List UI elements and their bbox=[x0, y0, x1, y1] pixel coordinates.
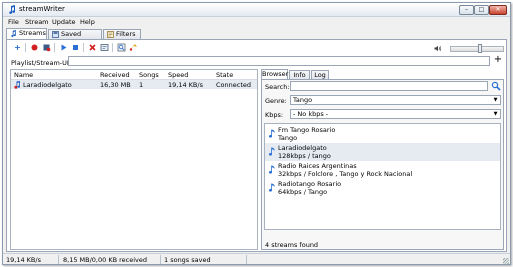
station-name: Laradiodelgato bbox=[278, 144, 327, 152]
filter-icon bbox=[107, 31, 114, 38]
toolbar: + bbox=[10, 42, 490, 53]
station-name: Radiotango Rosario bbox=[278, 180, 342, 188]
kbps-select[interactable]: - No kbps - ▼ bbox=[290, 109, 501, 119]
speaker-icon bbox=[434, 45, 442, 52]
tab-streams-label: Streams bbox=[19, 29, 46, 37]
tab-filters-label: Filters bbox=[116, 30, 136, 38]
recording-stream-icon bbox=[14, 81, 21, 89]
station-detail: 64kbps / Tango bbox=[278, 188, 328, 196]
station-detail: Tango bbox=[278, 134, 298, 142]
stream-state: Connected bbox=[216, 81, 252, 89]
streams-list-header: Name Received Songs Speed State bbox=[11, 70, 257, 80]
music-note-icon bbox=[269, 129, 275, 138]
chevron-down-icon: ▼ bbox=[493, 97, 498, 103]
toolbar-separator bbox=[112, 43, 113, 52]
browser-panel: Browser Info Log Search: Genre: Tango ▼ … bbox=[261, 69, 504, 250]
settings-icon[interactable] bbox=[100, 43, 109, 52]
music-note-icon bbox=[269, 147, 275, 156]
status-saved: 1 songs saved bbox=[164, 256, 211, 264]
volume-slider-thumb[interactable] bbox=[478, 44, 482, 53]
status-separator bbox=[58, 255, 59, 264]
stream-name: Laradiodelgato bbox=[23, 81, 72, 89]
music-note-icon bbox=[269, 165, 275, 174]
station-list[interactable]: Fm Tango Rosario Tango Laradiodelgato 12… bbox=[264, 123, 501, 230]
list-item[interactable]: Radio Raices Argentinas 32kbps / Folclor… bbox=[265, 161, 500, 179]
title-bar[interactable]: streamWriter – □ ✕ bbox=[3, 3, 510, 17]
stream-url-input[interactable] bbox=[68, 56, 490, 66]
column-header-received[interactable]: Received bbox=[100, 71, 130, 79]
table-row[interactable]: Laradiodelgato 16,30 MB 1 19,14 KB/s Con… bbox=[11, 80, 257, 89]
chevron-down-icon: ▼ bbox=[493, 111, 498, 117]
tab-log[interactable]: Log bbox=[311, 70, 329, 79]
search-icon[interactable] bbox=[491, 81, 501, 91]
stream-received: 16,30 MB bbox=[100, 81, 131, 89]
volume-slider[interactable] bbox=[450, 46, 504, 52]
streams-list[interactable]: Name Received Songs Speed State Laradiod… bbox=[10, 69, 258, 250]
menu-stream[interactable]: Stream bbox=[25, 18, 49, 26]
music-note-icon bbox=[9, 5, 16, 14]
stop-icon[interactable] bbox=[71, 43, 80, 52]
stop-record-icon[interactable] bbox=[42, 43, 51, 52]
stream-speed: 19,14 KB/s bbox=[168, 81, 203, 89]
saved-songs-icon bbox=[52, 31, 59, 38]
music-note-icon bbox=[11, 30, 16, 37]
close-button[interactable]: ✕ bbox=[489, 5, 507, 15]
streams-found-count: 4 streams found bbox=[265, 241, 319, 249]
column-header-name[interactable]: Name bbox=[14, 71, 33, 79]
genre-select[interactable]: Tango ▼ bbox=[290, 95, 501, 105]
add-url-button[interactable]: + bbox=[493, 55, 503, 65]
play-icon[interactable] bbox=[59, 43, 68, 52]
stream-songs: 1 bbox=[139, 81, 144, 89]
minimize-button[interactable]: – bbox=[459, 5, 474, 15]
column-header-speed[interactable]: Speed bbox=[168, 71, 188, 79]
main-tabs: Streams Saved songs Filters bbox=[6, 28, 510, 47]
station-name: Fm Tango Rosario bbox=[278, 126, 336, 134]
search-input[interactable] bbox=[290, 81, 488, 91]
status-separator bbox=[246, 255, 247, 264]
kbps-label: Kbps: bbox=[265, 111, 284, 119]
menu-bar: File Stream Update Help bbox=[3, 17, 510, 26]
list-item[interactable]: Laradiodelgato 128kbps / tango bbox=[265, 143, 500, 161]
toolbar-separator bbox=[83, 43, 84, 52]
tab-info[interactable]: Info bbox=[289, 70, 310, 79]
menu-update[interactable]: Update bbox=[52, 18, 76, 26]
properties-icon[interactable] bbox=[117, 43, 126, 52]
window-title: streamWriter bbox=[19, 5, 65, 13]
list-item[interactable]: Fm Tango Rosario Tango bbox=[265, 125, 500, 143]
tab-filters[interactable]: Filters bbox=[103, 29, 141, 39]
genre-value: Tango bbox=[293, 96, 313, 104]
genre-label: Genre: bbox=[265, 97, 287, 105]
station-name: Radio Raices Argentinas bbox=[278, 162, 357, 170]
browser-body: Search: Genre: Tango ▼ Kbps: - No kbps -… bbox=[261, 79, 504, 250]
menu-file[interactable]: File bbox=[8, 18, 19, 26]
music-note-icon bbox=[269, 183, 275, 192]
app-window: streamWriter – □ ✕ File Stream Update He… bbox=[2, 2, 511, 265]
resize-grip[interactable] bbox=[503, 258, 509, 264]
station-detail: 32kbps / Folclore , Tango y Rock Naciona… bbox=[278, 170, 413, 178]
toolbar-separator bbox=[25, 43, 26, 52]
record-icon[interactable] bbox=[30, 43, 39, 52]
browser-tabs: Browser Info Log bbox=[261, 69, 504, 79]
status-separator bbox=[160, 255, 161, 264]
toolbar-separator bbox=[54, 43, 55, 52]
maximize-button[interactable]: □ bbox=[474, 5, 489, 15]
tab-browser[interactable]: Browser bbox=[261, 69, 288, 79]
column-header-songs[interactable]: Songs bbox=[139, 71, 159, 79]
kbps-value: - No kbps - bbox=[293, 110, 329, 118]
menu-help[interactable]: Help bbox=[80, 18, 95, 26]
tune-icon[interactable] bbox=[129, 43, 138, 52]
add-stream-icon[interactable]: + bbox=[13, 43, 22, 52]
column-header-state[interactable]: State bbox=[216, 71, 233, 79]
tab-streams[interactable]: Streams bbox=[6, 28, 47, 39]
status-speed: 19,14 KB/s bbox=[6, 256, 41, 264]
tab-saved-songs[interactable]: Saved songs bbox=[48, 29, 102, 47]
station-detail: 128kbps / tango bbox=[278, 152, 331, 160]
status-bar: 19,14 KB/s 8,15 MB/0,00 KB received 1 so… bbox=[3, 253, 510, 264]
streams-panel: + Playlist/Stream-URL: + Name Received S… bbox=[6, 39, 507, 252]
list-item[interactable]: Radiotango Rosario 64kbps / Tango bbox=[265, 179, 500, 197]
status-received: 8,15 MB/0,00 KB received bbox=[63, 256, 148, 264]
remove-icon[interactable] bbox=[88, 43, 97, 52]
search-label: Search: bbox=[265, 83, 290, 91]
